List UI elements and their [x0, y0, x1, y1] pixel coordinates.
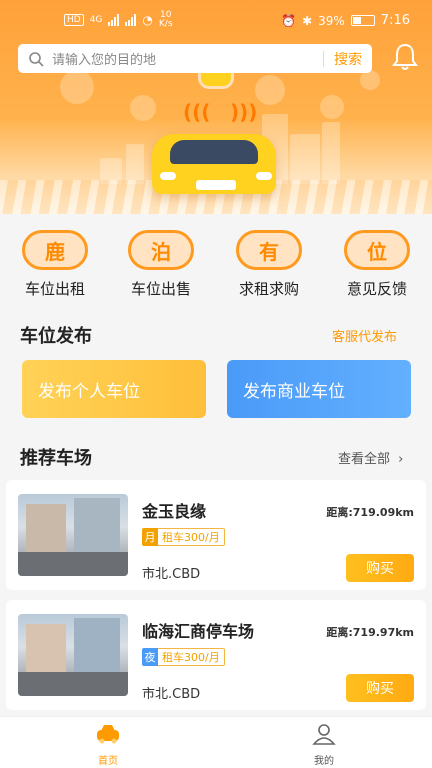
signal-icon — [108, 14, 120, 26]
view-all-label: 查看全部 — [338, 452, 391, 467]
spot-icon: 位 — [344, 230, 410, 270]
search-icon — [29, 51, 44, 67]
publish-personal-button[interactable]: 发布个人车位 — [22, 360, 206, 418]
price-tag: 夜 租车300/月 — [142, 648, 225, 666]
recommend-title: 推荐车场 — [20, 448, 92, 469]
tab-bar: 首页 我的 — [0, 716, 432, 768]
price-tag: 月 租车300/月 — [142, 528, 225, 546]
menu-rent-out[interactable]: 鹿 车位出租 — [10, 224, 100, 299]
status-bar: HD 4G ◔ 10 K/s ⏰ ✱ 39% 7:16 — [0, 0, 432, 38]
parking-name: 金玉良缘 — [142, 502, 207, 521]
car-icon — [97, 725, 119, 744]
signal-right-icon: ))) — [230, 100, 258, 124]
battery-percent: 39% — [318, 13, 345, 28]
signal-2-icon — [125, 14, 137, 26]
menu-label: 意见反馈 — [346, 280, 407, 298]
parking-photo — [18, 494, 128, 576]
menu-label: 车位出售 — [130, 280, 191, 298]
menu-label: 求租求购 — [238, 280, 299, 298]
parking-name: 临海汇商停车场 — [142, 622, 255, 641]
deer-icon: 鹿 — [22, 230, 88, 270]
have-icon: 有 — [236, 230, 302, 270]
buy-button[interactable]: 购买 — [346, 554, 414, 582]
search-bar[interactable]: 请输入您的目的地 搜索 — [18, 44, 372, 73]
view-all-link[interactable]: 查看全部 › — [338, 448, 403, 467]
wifi-icon: ◔ — [142, 13, 153, 27]
berth-icon: 泊 — [128, 230, 194, 270]
parking-distance: 距离:719.97km — [326, 626, 414, 639]
clock: 7:16 — [380, 13, 410, 28]
alarm-icon: ⏰ — [281, 13, 297, 28]
bell-icon[interactable] — [392, 42, 418, 72]
menu-label: 车位出租 — [24, 280, 85, 298]
menu-sell[interactable]: 泊 车位出售 — [116, 224, 206, 299]
buy-button[interactable]: 购买 — [346, 674, 414, 702]
user-icon — [312, 724, 336, 745]
parking-area: 市北.CBD — [142, 567, 201, 582]
service-publish-link[interactable]: 客服代发布 — [332, 326, 397, 345]
tab-label: 我的 — [314, 756, 334, 767]
net-speed-unit: K/s — [158, 19, 173, 29]
quick-menu: 鹿 车位出租 泊 车位出售 有 求租求购 位 意见反馈 — [0, 224, 432, 304]
network-badge: HD — [64, 14, 84, 26]
publish-title: 车位发布 — [20, 326, 92, 347]
parking-area: 市北.CBD — [142, 687, 201, 702]
parking-photo — [18, 614, 128, 696]
search-button[interactable]: 搜索 — [334, 49, 362, 69]
chevron-right-icon: › — [398, 452, 404, 467]
parking-card[interactable]: 金玉良缘 距离:719.09km 月 租车300/月 市北.CBD 购买 — [6, 480, 426, 590]
search-input[interactable]: 请输入您的目的地 — [52, 49, 323, 68]
menu-feedback[interactable]: 位 意见反馈 — [332, 224, 422, 299]
tag-type: 夜 — [142, 648, 158, 666]
tag-price: 租车300/月 — [158, 528, 225, 546]
tab-profile[interactable]: 我的 — [294, 723, 354, 767]
tag-type: 月 — [142, 528, 158, 546]
network-type: 4G — [89, 15, 103, 25]
publish-business-button[interactable]: 发布商业车位 — [227, 360, 411, 418]
signal-left-icon: ((( — [183, 100, 211, 124]
tab-home[interactable]: 首页 — [78, 723, 138, 767]
tab-label: 首页 — [98, 756, 118, 767]
menu-wanted[interactable]: 有 求租求购 — [224, 224, 314, 299]
bluetooth-icon: ✱ — [302, 13, 313, 28]
parking-distance: 距离:719.09km — [326, 506, 414, 519]
tag-price: 租车300/月 — [158, 648, 225, 666]
parking-card[interactable]: 临海汇商停车场 距离:719.97km 夜 租车300/月 市北.CBD 购买 — [6, 600, 426, 710]
battery-icon — [350, 15, 375, 26]
